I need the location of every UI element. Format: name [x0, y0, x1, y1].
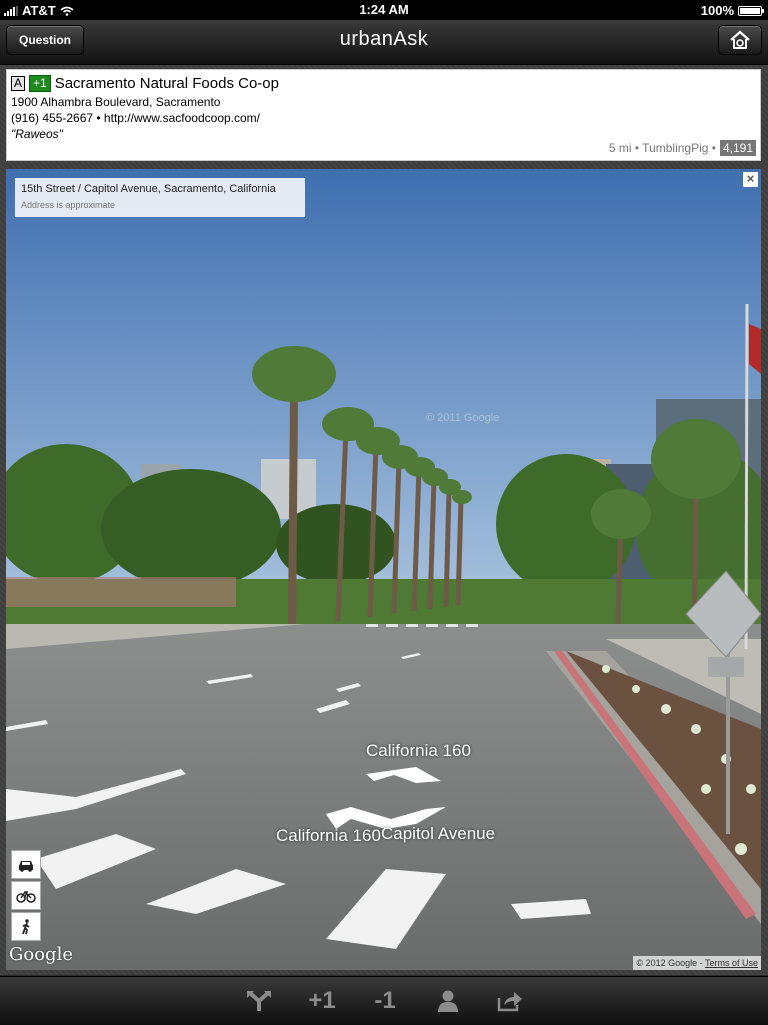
copyright-text: © 2012 Google - — [636, 958, 703, 968]
street-scene-image — [6, 169, 761, 970]
app-title: urbanAsk — [339, 28, 429, 50]
google-logo: Google — [9, 944, 73, 965]
car-icon — [19, 860, 33, 872]
terms-of-use-link[interactable]: Terms of Use — [705, 958, 758, 968]
address-approx-note: Address is approximate — [21, 200, 116, 210]
meta-text: 5 mi • TumblingPig • — [608, 141, 716, 155]
street-label-capitol-avenue[interactable]: Capitol Avenue — [381, 824, 495, 844]
walking-mode-button[interactable] — [11, 912, 41, 941]
home-icon — [730, 30, 750, 49]
street-view-panorama[interactable]: © 2011 Google 15th Street / Capitol Aven… — [6, 169, 761, 970]
share-icon — [497, 992, 522, 1012]
walking-icon — [22, 918, 30, 934]
directions-button[interactable] — [241, 985, 277, 1017]
street-label-california-160-ahead[interactable]: California 160 — [366, 741, 471, 761]
status-bar: AT&T 1:24 AM 100% — [0, 0, 768, 20]
share-button[interactable] — [492, 985, 528, 1017]
place-contact[interactable]: (916) 455-2667 • http://www.sacfoodcoop.… — [11, 111, 260, 125]
bicycle-mode-button[interactable] — [11, 881, 41, 910]
close-icon[interactable]: × — [743, 172, 758, 187]
car-mode-button[interactable] — [11, 850, 41, 879]
location-info-box: 15th Street / Capitol Avenue, Sacramento… — [15, 178, 305, 217]
street-address: 15th Street / Capitol Avenue, Sacramento… — [21, 183, 276, 195]
directions-fork-icon — [247, 991, 271, 1011]
user-button[interactable] — [430, 985, 466, 1017]
person-icon — [438, 990, 458, 1012]
navigation-bar: Question urbanAsk — [0, 20, 768, 65]
home-button[interactable] — [718, 25, 762, 55]
battery-icon — [738, 5, 764, 16]
bottom-toolbar: +1 -1 — [0, 976, 768, 1025]
minus-one-button[interactable]: -1 — [367, 985, 403, 1017]
battery-percent: 100% — [700, 3, 734, 18]
place-quote: "Raweos" — [11, 127, 63, 141]
plus-one-button[interactable]: +1 — [304, 985, 340, 1017]
plus-one-badge: +1 — [29, 75, 51, 92]
place-card[interactable]: A +1 Sacramento Natural Foods Co-op 1900… — [6, 69, 761, 161]
place-name: Sacramento Natural Foods Co-op — [54, 75, 279, 92]
copyright-bar: © 2012 Google - Terms of Use — [633, 956, 761, 970]
watermark-text: © 2011 Google — [426, 412, 500, 424]
street-label-california-160-behind[interactable]: California 160 — [276, 826, 381, 846]
bicycle-icon — [16, 890, 36, 903]
status-time: 1:24 AM — [359, 2, 409, 17]
score-badge: 4,191 — [719, 140, 756, 156]
marker-badge: A — [11, 76, 26, 91]
place-address: 1900 Alhambra Boulevard, Sacramento — [11, 95, 221, 109]
place-meta: 5 mi • TumblingPig • 4,191 — [609, 140, 756, 156]
